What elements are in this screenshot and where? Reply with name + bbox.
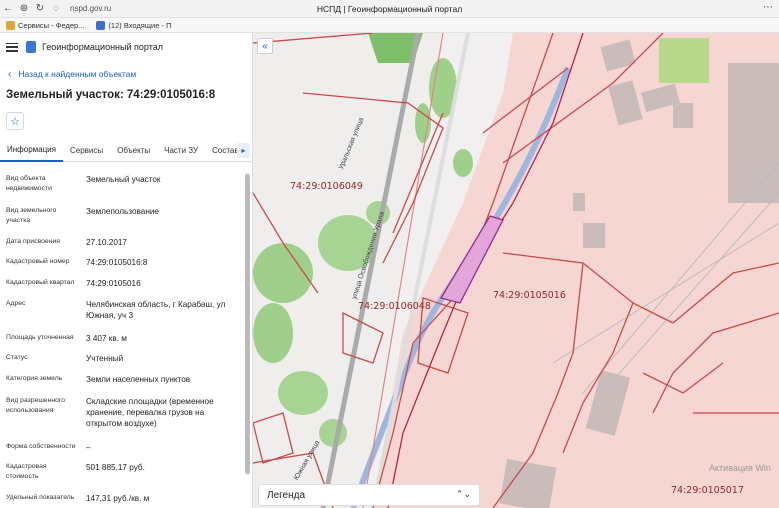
info-value: 27.10.2017 (86, 238, 127, 247)
info-value: Землепользование (86, 207, 159, 216)
cadastral-map (253, 33, 779, 508)
cadastral-label: 74:29:0105016 (493, 290, 566, 301)
back-arrow-icon[interactable]: ← (0, 1, 16, 17)
bookmark-label: (12) Входящие - П (108, 20, 172, 30)
emblem-icon (6, 20, 15, 30)
info-value: Учтенный (86, 354, 124, 363)
address-bar[interactable]: nspd.gov.ru (70, 4, 111, 13)
portal-logo-icon (26, 41, 36, 53)
app-bar: Геоинформационный портал (0, 33, 252, 61)
reload-icon[interactable]: ↻ (32, 1, 48, 17)
tab-objects[interactable]: Объекты (110, 140, 157, 162)
shield-icon[interactable]: ◌ (48, 1, 64, 17)
back-label: Назад к найденным объектам (18, 69, 137, 79)
info-value: Земельный участок (86, 175, 161, 184)
panel-scrollbar[interactable] (245, 172, 250, 475)
info-value: Челябинская область, г Карабаш, ул Южная… (86, 300, 226, 320)
info-key: Дата присвоения (6, 238, 60, 245)
windows-activation-text: Активация Win (709, 463, 771, 473)
map-canvas[interactable]: 74:29:0106049 74:29:0106048 74:29:010501… (253, 33, 779, 508)
tab-info[interactable]: Информация (0, 140, 63, 162)
tab-parts[interactable]: Части ЗУ (157, 140, 205, 162)
info-value: 74:29:0105016 (86, 279, 141, 288)
tab-bar: Информация Сервисы Объекты Части ЗУ Сост… (0, 140, 253, 162)
info-key: Форма собственности (6, 443, 76, 450)
info-panel: Геоинформационный портал ‹ Назад к найде… (0, 33, 253, 508)
info-key: Статус (6, 354, 28, 361)
tabs-next-icon[interactable]: ▸ (237, 143, 250, 158)
chevron-updown-icon: ⌃⌄ (455, 489, 471, 499)
info-value: – (86, 443, 91, 452)
info-value: Складские площадки (временное хранение, … (86, 397, 214, 428)
mail-icon (96, 20, 106, 30)
tab-services[interactable]: Сервисы (63, 140, 110, 162)
cadastral-label: 74:29:0106048 (358, 301, 431, 312)
scrollbar-thumb[interactable] (245, 174, 250, 474)
bookmark-label: Сервисы - Федер... (18, 20, 85, 30)
cadastral-label: 74:29:0105017 (671, 485, 744, 496)
info-key: Площадь уточненная (6, 334, 74, 341)
info-key: Кадастровый номер (6, 258, 70, 265)
legend-dropdown[interactable]: Легенда ⌃⌄ (258, 484, 480, 506)
info-key: Вид земельного участка (6, 207, 57, 224)
info-value: 501 885,17 руб. (86, 463, 145, 472)
browser-toolbar: ← ⊛ ↻ ◌ nspd.gov.ru НСПД | Геоинформацио… (0, 0, 779, 18)
info-value: 74:29:0105016:8 (86, 258, 148, 267)
back-to-results-link[interactable]: ‹ Назад к найденным объектам (0, 61, 252, 87)
page-title: НСПД | Геоинформационный портал (316, 3, 463, 14)
info-key: Кадастровая стоимость (6, 463, 47, 480)
app-title: Геоинформационный портал (42, 42, 163, 52)
favorite-star-icon[interactable]: ☆ (6, 112, 24, 130)
bookmarks-bar: Сервисы - Федер... (12) Входящие - П (0, 18, 779, 33)
legend-label: Легенда (267, 489, 306, 501)
chevron-left-icon: ‹ (8, 68, 12, 80)
info-value: 147,31 руб./кв. м (86, 494, 150, 503)
info-key: Адрес (6, 300, 26, 307)
bookmark-inbox[interactable]: (12) Входящие - П (96, 20, 172, 30)
info-key: Удельный показатель (6, 494, 75, 501)
info-key: Вид объекта недвижимости (6, 175, 52, 192)
more-icon[interactable]: ⋯ (763, 2, 773, 13)
menu-icon[interactable] (6, 42, 18, 52)
info-key: Кадастровый квартал (6, 279, 75, 286)
info-value: 3 407 кв. м (86, 334, 127, 343)
collapse-panel-button[interactable]: « (257, 38, 273, 54)
object-heading: Земельный участок: 74:29:0105016:8 (6, 89, 216, 101)
info-value: Земли населенных пунктов (86, 375, 191, 384)
info-key: Категория земель (6, 375, 63, 382)
bookmark-services[interactable]: Сервисы - Федер... (6, 20, 85, 30)
info-key: Вид разрешенного использования (6, 397, 65, 414)
cadastral-label: 74:29:0106049 (290, 181, 363, 192)
home-icon[interactable]: ⊛ (16, 1, 32, 17)
